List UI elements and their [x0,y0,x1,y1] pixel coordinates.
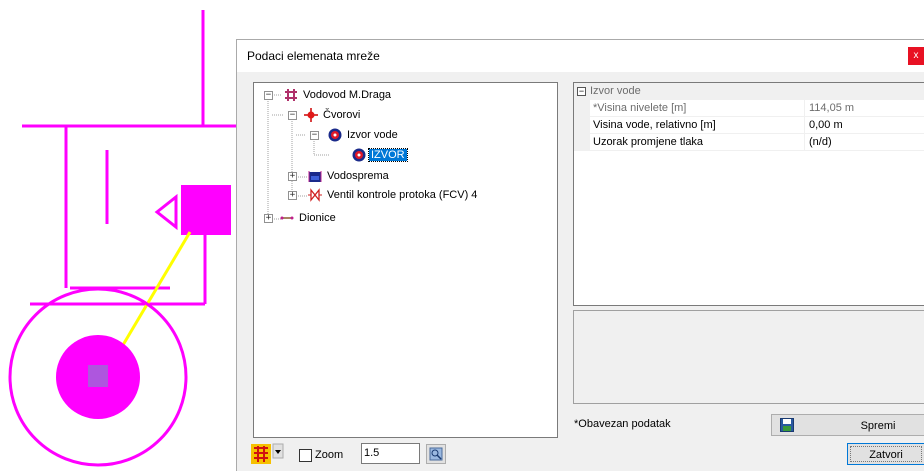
tree-label-network: Vodovod M.Draga [303,89,392,101]
required-field-note: *Obavezan podatak [574,418,671,430]
property-value[interactable]: 114,05 m [805,100,924,116]
water-source-icon [352,148,366,162]
save-button[interactable]: Spremi [771,414,924,436]
property-row[interactable]: Uzorak promjene tlaka (n/d) [574,134,924,151]
tree-item-valve[interactable]: Ventil kontrole protoka (FCV) 4 [308,187,479,203]
close-window-button[interactable]: x [908,47,924,65]
source-node-marker [88,365,108,387]
locate-tool-dropdown[interactable] [251,443,291,465]
tree-connector-lines [267,94,330,220]
pipes-expander[interactable]: + [264,214,273,223]
tree-label-izvor: IZVOR [368,148,408,162]
tree-label-pipes: Dionice [299,212,336,224]
property-name: Uzorak promjene tlaka [590,134,805,150]
tree-item-izvor[interactable]: IZVOR [352,147,408,163]
water-source-expander[interactable]: − [310,131,319,140]
pipe-icon [280,211,294,225]
tree-item-nodes[interactable]: Čvorovi [304,107,362,123]
tree-label-reservoir: Vodosprema [327,170,389,182]
reservoir-expander[interactable]: + [288,172,297,181]
reservoir-icon [308,169,322,183]
node-icon [304,108,318,122]
tree-item-water-source[interactable]: Izvor vode [328,127,400,143]
reservoir-node [181,185,231,235]
tree-item-pipes[interactable]: Dionice [280,210,338,226]
property-grid[interactable]: − Izvor vode *Visina nivelete [m] 114,05… [573,82,924,306]
network-elements-dialog: Podaci elemenata mreže x − Vodovod M.Dra… [236,39,924,471]
property-value[interactable]: 0,00 m [805,117,924,133]
valve-expander[interactable]: + [288,191,297,200]
property-value[interactable]: (n/d) [805,134,924,150]
dialog-title: Podaci elemenata mreže [247,49,380,63]
tree-label-water-source: Izvor vode [347,129,398,141]
dialog-titlebar: Podaci elemenata mreže x [237,40,924,72]
tree-item-network[interactable]: Vodovod M.Draga [284,87,393,103]
tree-item-reservoir[interactable]: Vodosprema [308,168,391,184]
root-expander[interactable]: − [264,91,273,100]
water-source-icon [328,128,342,142]
zoom-pick-button[interactable] [426,444,446,464]
property-category-header[interactable]: − Izvor vode [574,83,924,100]
property-category-label: Izvor vode [590,85,641,97]
category-collapse-icon[interactable]: − [577,87,586,96]
valve-icon [308,188,322,202]
element-tree[interactable]: − Vodovod M.Draga − Čvorovi − Izvor vode [253,82,558,438]
valve-symbol [154,193,178,231]
zoom-value-input[interactable]: 1.5 [361,443,420,464]
property-row[interactable]: *Visina nivelete [m] 114,05 m [574,100,924,117]
nodes-expander[interactable]: − [288,111,297,120]
zoom-checkbox[interactable] [299,449,312,462]
save-label: Spremi [860,420,896,432]
close-button[interactable]: Zatvori [847,443,924,465]
save-icon [780,418,794,432]
tree-label-nodes: Čvorovi [323,109,361,121]
property-row[interactable]: Visina vode, relativno [m] 0,00 m [574,117,924,134]
property-name: Visina vode, relativno [m] [590,117,805,133]
close-label: Zatvori [850,446,922,462]
property-name: *Visina nivelete [m] [590,100,805,116]
zoom-label: Zoom [315,449,344,461]
network-icon [284,88,298,102]
pipe-link [118,231,192,351]
tree-label-valve: Ventil kontrole protoka (FCV) 4 [327,189,478,201]
property-description-panel [573,310,924,404]
locate-element-icon [251,443,284,464]
zoom-target-icon [429,447,443,461]
